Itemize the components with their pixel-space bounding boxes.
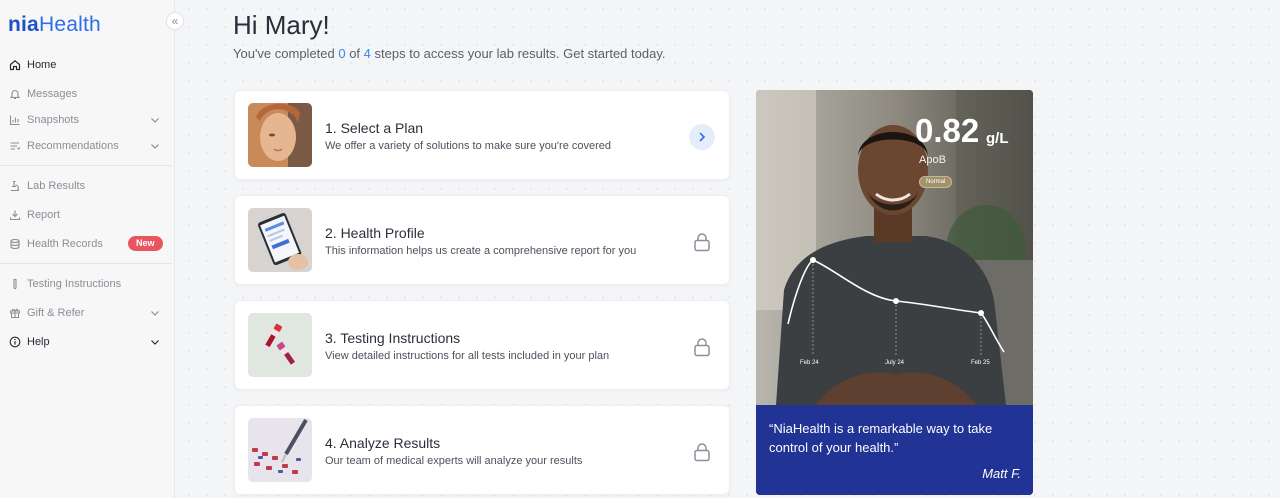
date-label: Feb 24 <box>800 360 819 366</box>
bar-chart-icon <box>8 114 21 127</box>
trend-point <box>893 298 899 304</box>
step-card-select-plan[interactable]: 1. Select a Plan We offer a variety of s… <box>234 90 730 180</box>
step-title: 1. Select a Plan <box>325 120 424 136</box>
sidebar-divider <box>0 165 172 166</box>
sidebar-item-label: Lab Results <box>27 180 86 192</box>
double-chevron-left-icon: « <box>171 14 179 28</box>
step-title: 4. Analyze Results <box>325 435 441 451</box>
list-icon <box>8 140 21 153</box>
database-icon <box>8 238 21 251</box>
logo-text-health: Health <box>38 13 101 36</box>
lock-icon <box>689 229 715 255</box>
sidebar: niaHealth Home Messages Snapshots Recomm… <box>0 0 175 498</box>
woman-portrait-image <box>248 103 312 167</box>
chevron-down-icon[interactable] <box>149 140 161 152</box>
microscope-icon <box>8 180 21 193</box>
sidebar-item-lab-results[interactable]: Lab Results <box>0 175 175 197</box>
sidebar-item-label: Gift & Refer <box>27 307 85 319</box>
nia-health-logo[interactable]: niaHealth <box>8 13 101 37</box>
sidebar-item-recommendations[interactable]: Recommendations <box>0 135 175 157</box>
sidebar-item-snapshots[interactable]: Snapshots <box>0 109 175 131</box>
step-title: 2. Health Profile <box>325 225 425 241</box>
step-description: We offer a variety of solutions to make … <box>325 140 611 152</box>
apob-trend-line <box>787 257 1005 356</box>
testimonial-card: 0.82 g/L ApoB Normal Feb 24 July 24 Feb … <box>756 90 1033 495</box>
sidebar-item-testing-instructions[interactable]: Testing Instructions <box>0 273 175 295</box>
sidebar-item-home[interactable]: Home <box>0 54 175 76</box>
tablet-image <box>248 208 312 272</box>
sidebar-item-label: Testing Instructions <box>27 278 122 290</box>
new-badge: New <box>128 236 163 251</box>
sidebar-item-label: Home <box>27 59 57 71</box>
logo-text-nia: nia <box>8 13 39 36</box>
progress-prefix: You've completed <box>233 46 339 61</box>
info-icon <box>8 336 21 349</box>
bell-icon <box>8 88 21 101</box>
sidebar-item-label: Help <box>27 336 50 348</box>
sidebar-item-gift-refer[interactable]: Gift & Refer <box>0 302 175 324</box>
lab-analysis-image <box>248 418 312 482</box>
step-description: View detailed instructions for all tests… <box>325 350 610 362</box>
gift-icon <box>8 307 21 320</box>
date-label: July 24 <box>885 360 905 366</box>
lock-icon <box>689 439 715 465</box>
home-icon <box>8 59 21 72</box>
chevron-right-button[interactable] <box>689 124 715 150</box>
sidebar-item-help[interactable]: Help <box>0 331 175 353</box>
collapse-sidebar-button[interactable]: « <box>166 12 184 30</box>
sidebar-item-label: Messages <box>27 88 78 100</box>
sidebar-item-label: Recommendations <box>27 140 119 152</box>
page-title: Hi Mary! <box>233 10 330 40</box>
trend-point <box>810 257 816 263</box>
lock-icon <box>689 334 715 360</box>
sidebar-item-label: Report <box>27 209 61 221</box>
completed-count: 0 <box>338 46 346 61</box>
step-card-analyze-results[interactable]: 4. Analyze Results Our team of medical e… <box>234 405 730 495</box>
testimonial-quote: “NiaHealth is a remarkable way to take c… <box>769 421 993 455</box>
chevron-right-icon <box>699 132 706 142</box>
step-description: This information helps us create a compr… <box>325 245 637 257</box>
chevron-down-icon[interactable] <box>149 307 161 319</box>
sidebar-item-messages[interactable]: Messages <box>0 83 175 105</box>
sidebar-item-label: Health Records <box>27 238 103 250</box>
step-title: 3. Testing Instructions <box>325 330 461 346</box>
progress-suffix: steps to access your lab results. Get st… <box>370 46 666 61</box>
date-label: Feb 25 <box>971 360 990 366</box>
sidebar-item-report[interactable]: Report <box>0 204 175 226</box>
testimonial-author: Matt F. <box>982 466 1021 481</box>
chevron-down-icon[interactable] <box>149 336 161 348</box>
download-icon <box>8 209 21 222</box>
sidebar-item-health-records[interactable]: Health Records New <box>0 233 175 255</box>
chevron-down-icon[interactable] <box>149 114 161 126</box>
sidebar-divider <box>0 263 172 264</box>
step-card-health-profile[interactable]: 2. Health Profile This information helps… <box>234 195 730 285</box>
total-count: 4 <box>363 46 371 61</box>
test-tube-icon <box>8 278 21 291</box>
quote-box: “NiaHealth is a remarkable way to take c… <box>756 405 1033 495</box>
progress-mid: of <box>345 46 364 61</box>
progress-summary: You've completed 0 of 4 steps to access … <box>233 46 665 61</box>
sidebar-item-label: Snapshots <box>27 114 79 126</box>
test-tubes-image <box>248 313 312 377</box>
step-description: Our team of medical experts will analyze… <box>325 455 583 467</box>
step-card-testing-instructions[interactable]: 3. Testing Instructions View detailed in… <box>234 300 730 390</box>
trend-point <box>978 310 984 316</box>
